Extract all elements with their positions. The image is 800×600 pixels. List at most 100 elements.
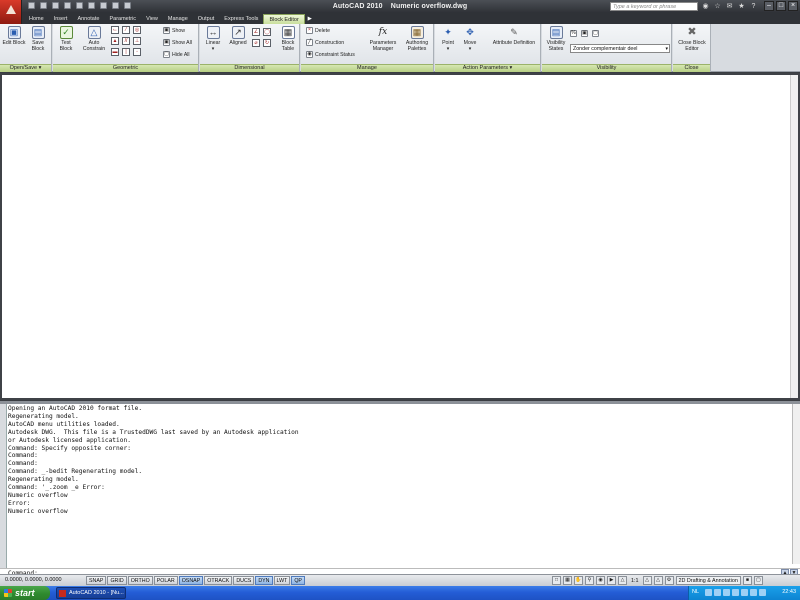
show-all-button[interactable]: ▣ Show All: [163, 39, 192, 46]
toggle-otrack[interactable]: OTRACK: [204, 576, 233, 585]
binoculars-icon[interactable]: ◉: [701, 2, 710, 11]
block-table-button[interactable]: ▦ Block Table: [278, 26, 298, 52]
close-block-editor-button[interactable]: ✖ Close Block Editor: [675, 26, 709, 52]
annotation-scale[interactable]: 1:1: [629, 578, 641, 584]
point-button[interactable]: ✦ Point ▾: [437, 26, 459, 52]
clock[interactable]: 22:43: [782, 589, 796, 595]
pan-icon[interactable]: ✋: [574, 576, 583, 585]
toggle-osnap[interactable]: OSNAP: [178, 576, 204, 585]
auto-constrain-button[interactable]: △ Auto Constrain: [81, 26, 107, 52]
start-button[interactable]: start: [0, 586, 50, 600]
tab-block-editor[interactable]: Block Editor: [263, 14, 305, 24]
diameter-icon[interactable]: ⌀: [252, 39, 260, 47]
favorites-icon[interactable]: ★: [737, 2, 746, 11]
visibility-mode-icon[interactable]: %: [570, 30, 577, 37]
ribbon-minimize-icon[interactable]: ▶: [305, 14, 315, 24]
clean-screen-icon[interactable]: ▢: [753, 576, 763, 585]
constraint-status-button[interactable]: ◉ Constraint Status: [306, 51, 355, 58]
close-icon[interactable]: ×: [788, 1, 798, 11]
tray-icon-7[interactable]: [759, 589, 766, 596]
drawing-vertical-scrollbar[interactable]: [790, 75, 798, 398]
tray-icon-5[interactable]: [741, 589, 748, 596]
delete-button[interactable]: × Delete: [306, 27, 330, 34]
search-input[interactable]: Type a keyword or phrase: [610, 2, 698, 11]
collinear-icon[interactable]: ⁄: [122, 26, 130, 34]
tray-icon-6[interactable]: [750, 589, 757, 596]
toggle-grid[interactable]: GRID: [107, 576, 127, 585]
tab-express-tools[interactable]: Express Tools: [219, 14, 263, 24]
toggle-polar[interactable]: POLAR: [153, 576, 178, 585]
panel-title-action-parameters[interactable]: Action Parameters ▾: [435, 64, 540, 72]
lock-icon[interactable]: ■: [742, 576, 752, 585]
visibility-state-dropdown[interactable]: Zonder complementair deel ▾: [570, 44, 670, 53]
tray-icon-4[interactable]: [732, 589, 739, 596]
linear-button[interactable]: ↔ Linear ▾: [202, 26, 224, 52]
save-block-button[interactable]: ▤ Save Block: [26, 26, 50, 52]
authoring-palettes-button[interactable]: ▦ Authoring Palettes: [401, 26, 433, 52]
tab-view[interactable]: View: [141, 14, 163, 24]
panel-title-visibility[interactable]: Visibility: [542, 64, 671, 72]
taskbar-autocad-item[interactable]: AutoCAD 2010 - [Nu...: [56, 587, 126, 599]
auto-scale-icon[interactable]: △: [653, 576, 663, 585]
communication-icon[interactable]: ✉: [725, 2, 734, 11]
hide-all-button[interactable]: ▢ Hide All: [163, 51, 190, 58]
annotation-visibility-icon[interactable]: △: [642, 576, 652, 585]
tab-insert[interactable]: Insert: [49, 14, 73, 24]
workspace-switch-icon[interactable]: ⚙: [664, 576, 674, 585]
make-invisible-icon[interactable]: ▢: [592, 30, 599, 37]
tray-icon-3[interactable]: [723, 589, 730, 596]
parameters-manager-button[interactable]: fx Parameters Manager: [367, 26, 399, 52]
tab-manage[interactable]: Manage: [163, 14, 193, 24]
panel-title-open-save[interactable]: Open/Save ▾: [0, 64, 51, 72]
tray-icon-2[interactable]: [714, 589, 721, 596]
construction-button[interactable]: ╱ Construction: [306, 39, 344, 46]
toggle-qp[interactable]: QP: [291, 576, 305, 585]
parallel-icon[interactable]: //: [122, 37, 130, 45]
toggle-snap[interactable]: SNAP: [86, 576, 107, 585]
coordinate-readout[interactable]: 0.0000, 0.0000, 0.0000: [5, 577, 62, 583]
minimize-icon[interactable]: –: [764, 1, 774, 11]
tangent-icon[interactable]: ◦: [133, 48, 141, 56]
layout-icon[interactable]: ▦: [563, 576, 572, 585]
panel-title-dimensional[interactable]: Dimensional: [200, 64, 299, 72]
toggle-lwt[interactable]: LWT: [273, 576, 291, 585]
test-block-button[interactable]: ✓ Test Block: [55, 26, 77, 52]
language-indicator[interactable]: NL: [692, 589, 699, 595]
perpendicular-icon[interactable]: ⊥: [133, 37, 141, 45]
toggle-dyn[interactable]: DYN: [255, 576, 273, 585]
toggle-ducs[interactable]: DUCS: [233, 576, 255, 585]
convert-icon[interactable]: ↻: [263, 39, 271, 47]
tab-parametric[interactable]: Parametric: [104, 14, 141, 24]
subscription-icon[interactable]: ☆: [713, 2, 722, 11]
steeringwheel-icon[interactable]: ◉: [596, 576, 605, 585]
aligned-button[interactable]: ↗ Aligned: [226, 26, 250, 47]
command-window-grip[interactable]: [0, 404, 7, 574]
command-scrollbar[interactable]: [792, 404, 800, 564]
vertical-icon[interactable]: |: [122, 48, 130, 56]
move-button[interactable]: ✥ Move ▾: [459, 26, 481, 52]
tab-annotate[interactable]: Annotate: [72, 14, 104, 24]
edit-block-button[interactable]: ▣ Edit Block: [2, 26, 26, 47]
tab-home[interactable]: Home: [24, 14, 49, 24]
drawing-canvas[interactable]: [0, 73, 800, 400]
fix-icon[interactable]: ▲: [111, 37, 119, 45]
tray-icon-1[interactable]: [705, 589, 712, 596]
make-visible-icon[interactable]: ▣: [581, 30, 588, 37]
angular-icon[interactable]: ∠: [252, 28, 260, 36]
concentric-icon[interactable]: ◎: [133, 26, 141, 34]
help-icon[interactable]: ?: [749, 2, 758, 11]
workspace-selector[interactable]: 2D Drafting & Annotation: [675, 576, 741, 585]
toggle-ortho[interactable]: ORTHO: [127, 576, 153, 585]
horizontal-icon[interactable]: ▬: [111, 48, 119, 56]
maximize-icon[interactable]: □: [776, 1, 786, 11]
panel-title-geometric[interactable]: Geometric: [53, 64, 198, 72]
panel-title-manage[interactable]: Manage: [301, 64, 433, 72]
coincident-icon[interactable]: ⌙: [111, 26, 119, 34]
tab-output[interactable]: Output: [193, 14, 220, 24]
application-menu-button[interactable]: [0, 0, 22, 24]
zoom-icon[interactable]: ⚲: [585, 576, 594, 585]
attribute-definition-button[interactable]: ✎ Attribute Definition: [487, 26, 541, 47]
radial-icon[interactable]: ◯: [263, 28, 271, 36]
panel-title-close[interactable]: Close: [673, 64, 710, 72]
model-icon[interactable]: □: [552, 576, 561, 585]
